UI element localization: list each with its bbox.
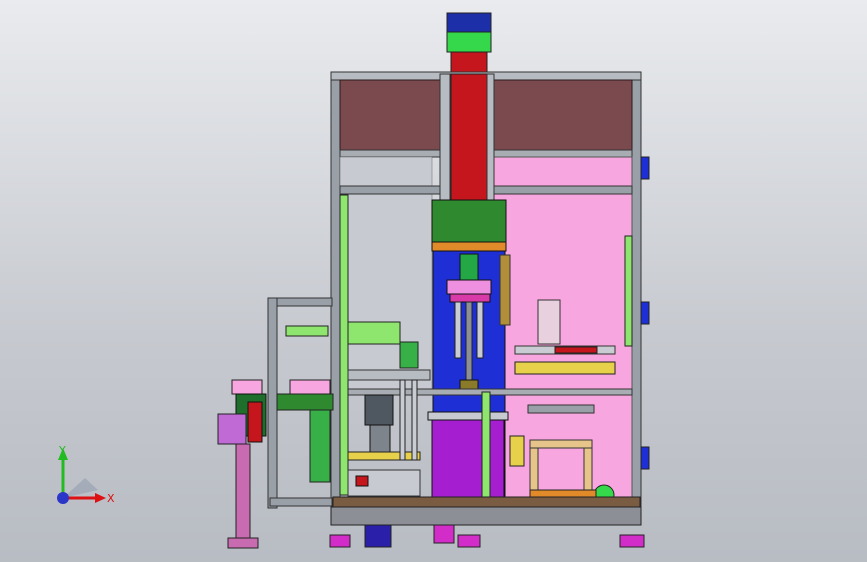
right-table-leg-right	[583, 447, 593, 495]
foot-4	[457, 534, 481, 548]
left-vertical-rod-a	[399, 379, 406, 461]
foot-1	[329, 534, 351, 548]
right-table-frame	[529, 439, 593, 449]
right-guide-tower	[537, 299, 561, 345]
purple-top-plate	[427, 411, 509, 421]
door-handle-1	[640, 156, 650, 180]
rotary-stand-foot	[227, 537, 259, 549]
left-vertical-rod-b	[411, 379, 418, 461]
frame-left-post	[330, 73, 341, 511]
left-gripper	[399, 341, 419, 369]
foot-3	[433, 524, 455, 544]
cable-chain	[499, 254, 511, 326]
left-cylinder	[347, 321, 401, 345]
rotary-pink-cap	[231, 379, 263, 395]
frame-right-post	[631, 73, 642, 511]
top-panel-right	[489, 79, 633, 153]
left-fixture-yellow	[347, 451, 421, 461]
spindle-rod-right	[476, 301, 484, 359]
left-fixture-stand	[369, 424, 391, 456]
top-panel-left	[339, 79, 451, 153]
press-head-orange	[431, 241, 507, 252]
left-fixture-block	[364, 394, 394, 426]
coordinate-triad: Y X	[57, 444, 115, 505]
left-red-block	[355, 475, 369, 487]
base-plate	[332, 496, 641, 508]
spindle-flange	[446, 279, 492, 295]
machine-assembly-model[interactable]	[0, 0, 867, 562]
ext-green-cylinder	[285, 325, 329, 337]
left-green-post	[339, 194, 349, 496]
purple-fixture	[431, 411, 505, 499]
rotary-red-disc	[247, 401, 263, 443]
ext-frame-post	[267, 297, 278, 509]
ext-green-arm	[276, 393, 334, 411]
right-side-rail	[624, 235, 633, 347]
motor-cap	[446, 12, 492, 34]
rotary-purple-block	[217, 413, 247, 445]
rotary-stand	[235, 443, 251, 543]
right-table-top	[527, 404, 595, 414]
press-head-block	[431, 199, 507, 243]
triad-plane	[63, 478, 98, 498]
spindle-plate	[449, 293, 491, 303]
ext-pink-box	[289, 379, 331, 395]
door-handle-3	[640, 446, 650, 470]
x-axis-label: X	[107, 492, 115, 505]
red-column	[450, 73, 488, 201]
ext-green-column	[309, 409, 331, 483]
ext-frame-bottom	[269, 497, 333, 507]
y-axis-label: Y	[58, 444, 66, 457]
right-cylinder	[514, 361, 616, 375]
base-frame	[330, 506, 642, 526]
spindle-top	[459, 253, 479, 283]
spindle-rod-left	[454, 301, 462, 359]
green-guide-rod	[481, 391, 491, 509]
z-axis-origin	[57, 492, 69, 504]
cad-viewport[interactable]: Y X	[0, 0, 867, 562]
x-axis-arrow	[95, 493, 106, 503]
right-red-bar	[554, 346, 598, 354]
foot-2	[364, 524, 392, 548]
right-table-leg-left	[529, 447, 539, 495]
foot-5	[619, 534, 645, 548]
spindle-shaft	[465, 301, 473, 383]
right-yellow-valve	[509, 435, 525, 467]
motor-body	[446, 31, 492, 53]
motor-flange	[450, 51, 488, 75]
left-slide-bar	[347, 369, 431, 381]
ext-frame-top	[269, 297, 333, 307]
door-handle-2	[640, 301, 650, 325]
